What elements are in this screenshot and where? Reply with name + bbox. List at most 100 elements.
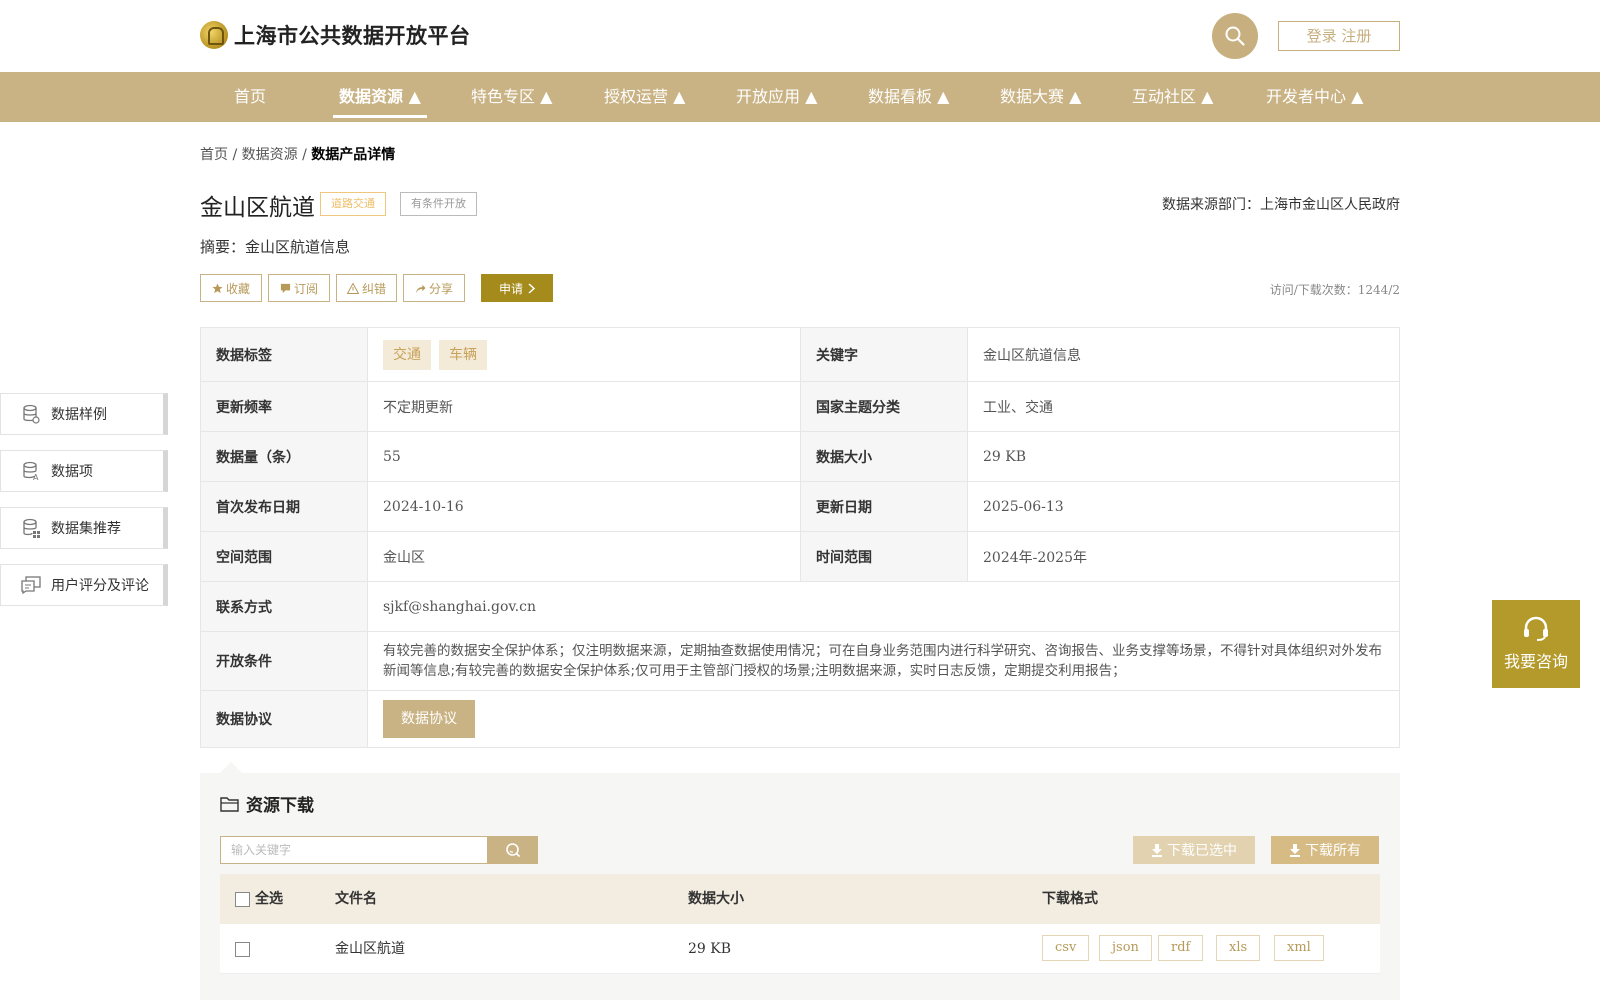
share-label: 分享 — [428, 281, 453, 296]
dataset-summary: 摘要：金山区航道信息 — [200, 238, 351, 256]
site-logo[interactable]: 上海市公共数据开放平台 — [200, 20, 471, 50]
side-menu-rating-comments[interactable]: 用户评分及评论 — [0, 564, 168, 606]
table-row: 空间范围 金山区 时间范围 2024年-2025年 — [200, 531, 1400, 582]
open-condition-value: 有较完善的数据安全保护体系；仅注明数据来源，定期抽查数据使用情况；可在自身业务范… — [367, 631, 1400, 691]
login-register-button[interactable]: 登录 注册 — [1278, 21, 1400, 51]
format-rdf-button[interactable]: rdf — [1158, 935, 1204, 961]
row-checkbox[interactable] — [235, 942, 250, 957]
top-header: 上海市公共数据开放平台 登录 注册 — [0, 0, 1600, 72]
tag-chip[interactable]: 交通 — [383, 339, 431, 370]
apply-button[interactable]: 申请 — [481, 274, 553, 302]
nav-special-zone[interactable]: 特色专区 ▲ — [471, 72, 552, 122]
bookmark-icon — [280, 283, 291, 293]
download-selected-label: 下载已选中 — [1167, 843, 1237, 859]
breadcrumb: 首页 / 数据资源 / 数据产品详情 — [200, 144, 395, 164]
table-row: 金山区航道 29 KB csv json rdf xls xml — [220, 924, 1380, 974]
data-size-value: 29 KB — [967, 431, 1400, 482]
svg-text:A: A — [33, 473, 39, 481]
side-menu-dataset-recommend[interactable]: 数据集推荐 — [0, 507, 168, 549]
data-size-label: 数据大小 — [800, 431, 968, 482]
nav-community[interactable]: 互动社区 ▲ — [1132, 72, 1213, 122]
consult-button[interactable]: 我要咨询 — [1492, 600, 1580, 688]
select-all-checkbox[interactable] — [235, 892, 250, 907]
select-all-label: 全选 — [255, 891, 283, 907]
search-button[interactable] — [1212, 13, 1258, 59]
breadcrumb-section[interactable]: 数据资源 — [242, 147, 298, 163]
dataset-info-table: 数据标签 交通 车辆 关键字 金山区航道信息 更新频率 不定期更新 国家主题分类 … — [200, 327, 1400, 748]
format-csv-button[interactable]: csv — [1042, 935, 1090, 961]
warning-icon — [346, 282, 359, 294]
category-tag: 道路交通 — [320, 192, 386, 216]
subscribe-button[interactable]: 订阅 — [268, 274, 330, 302]
tag-chip[interactable]: 车辆 — [439, 339, 487, 370]
search-icon — [505, 843, 520, 858]
share-button[interactable]: 分享 — [403, 274, 465, 302]
data-source-department: 数据来源部门：上海市金山区人民政府 — [1162, 197, 1400, 213]
database-icon — [21, 404, 41, 424]
logo-icon — [200, 21, 228, 49]
nav-authorized-operation[interactable]: 授权运营 ▲ — [604, 72, 685, 122]
contact-value: sjkf@shanghai.gov.cn — [367, 581, 1400, 632]
resource-download-title: 资源下载 — [220, 791, 314, 816]
keyword-search-input[interactable]: 输入关键字 — [220, 836, 488, 864]
report-error-button[interactable]: 纠错 — [336, 274, 397, 302]
chevron-right-icon — [528, 282, 535, 294]
nav-open-apps[interactable]: 开放应用 ▲ — [736, 72, 817, 122]
download-selected-button[interactable]: 下载已选中 — [1133, 836, 1255, 864]
nav-developer-center[interactable]: 开发者中心 ▲ — [1266, 72, 1363, 122]
download-icon — [1290, 843, 1300, 857]
format-json-button[interactable]: json — [1099, 935, 1152, 961]
database-grid-icon — [21, 518, 41, 538]
breadcrumb-separator: / — [232, 147, 238, 163]
update-date-value: 2025-06-13 — [967, 481, 1400, 532]
update-date-label: 更新日期 — [800, 481, 968, 532]
update-frequency-label: 更新频率 — [200, 381, 368, 432]
keyword-search-button[interactable] — [487, 836, 538, 864]
table-row: 开放条件 有较完善的数据安全保护体系；仅注明数据来源，定期抽查数据使用情况；可在… — [200, 631, 1400, 691]
time-range-value: 2024年-2025年 — [967, 531, 1400, 582]
table-row: 首次发布日期 2024-10-16 更新日期 2025-06-13 — [200, 481, 1400, 532]
consult-label: 我要咨询 — [1503, 652, 1568, 671]
open-type-tag: 有条件开放 — [400, 192, 477, 216]
database-field-icon: A — [21, 461, 41, 481]
download-table-header: 全选 文件名 数据大小 下载格式 — [220, 874, 1380, 924]
comment-icon — [21, 575, 41, 595]
site-title: 上海市公共数据开放平台 — [234, 24, 471, 48]
report-error-label: 纠错 — [361, 281, 386, 296]
record-count-value: 55 — [367, 431, 801, 482]
favorite-button[interactable]: 收藏 — [200, 274, 262, 302]
nav-data-contest[interactable]: 数据大赛 ▲ — [1000, 72, 1081, 122]
breadcrumb-current: 数据产品详情 — [311, 147, 396, 163]
side-menu-data-sample[interactable]: 数据样例 — [0, 393, 168, 435]
resource-download-heading: 资源下载 — [246, 796, 314, 816]
nav-home[interactable]: 首页 — [234, 72, 266, 122]
subscribe-label: 订阅 — [293, 281, 318, 296]
nav-data-resources[interactable]: 数据资源 ▲ — [333, 72, 427, 122]
side-menu-label: 数据样例 — [51, 407, 107, 423]
format-xml-button[interactable]: xml — [1274, 935, 1324, 961]
tags-label: 数据标签 — [200, 327, 368, 382]
headset-icon — [1524, 616, 1548, 641]
download-all-label: 下载所有 — [1305, 843, 1361, 859]
protocol-label: 数据协议 — [200, 690, 368, 748]
favorite-label: 收藏 — [225, 281, 250, 296]
breadcrumb-home[interactable]: 首页 — [200, 147, 228, 163]
breadcrumb-separator: / — [302, 147, 307, 163]
contact-label: 联系方式 — [200, 581, 368, 632]
size-column-header: 数据大小 — [688, 891, 744, 907]
download-all-button[interactable]: 下载所有 — [1271, 836, 1379, 864]
apply-label: 申请 — [498, 281, 523, 296]
side-menu-data-items[interactable]: A 数据项 — [0, 450, 168, 492]
national-theme-label: 国家主题分类 — [800, 381, 968, 432]
nav-data-dashboard[interactable]: 数据看板 ▲ — [868, 72, 949, 122]
protocol-cell: 数据协议 — [367, 690, 1400, 748]
file-size: 29 KB — [688, 941, 732, 957]
search-icon — [1225, 26, 1245, 46]
side-menu-label: 数据项 — [51, 464, 93, 480]
first-publish-label: 首次发布日期 — [200, 481, 368, 532]
data-protocol-button[interactable]: 数据协议 — [383, 700, 475, 738]
section-notch — [220, 762, 242, 773]
update-frequency-value: 不定期更新 — [367, 381, 801, 432]
format-xls-button[interactable]: xls — [1216, 935, 1261, 961]
star-icon — [212, 282, 223, 293]
